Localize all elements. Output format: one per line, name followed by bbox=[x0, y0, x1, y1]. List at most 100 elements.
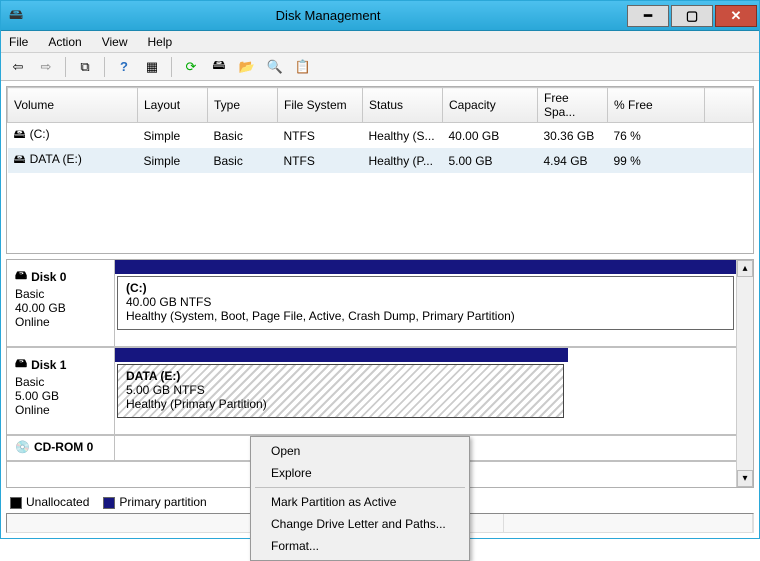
partition-status: Healthy (System, Boot, Page File, Active… bbox=[126, 309, 725, 323]
partition-box[interactable]: (C:) 40.00 GB NTFS Healthy (System, Boot… bbox=[117, 276, 734, 330]
forward-icon[interactable]: ⇨ bbox=[35, 56, 57, 78]
col-fs[interactable]: File System bbox=[278, 88, 363, 123]
volume-row[interactable]: 🖴 DATA (E:) Simple Basic NTFS Healthy (P.… bbox=[8, 148, 753, 173]
partition-name: DATA (E:) bbox=[126, 369, 555, 383]
disk-state: Online bbox=[15, 403, 106, 417]
disk-label: CD-ROM 0 bbox=[34, 440, 93, 454]
partition-area: (C:) 40.00 GB NTFS Healthy (System, Boot… bbox=[115, 260, 736, 346]
volume-pct: 76 % bbox=[608, 123, 705, 149]
window-title: Disk Management bbox=[29, 8, 627, 23]
disk-size: 5.00 GB bbox=[15, 389, 106, 403]
partition-size: 5.00 GB NTFS bbox=[126, 383, 555, 397]
col-pct[interactable]: % Free bbox=[608, 88, 705, 123]
ctx-change-letter[interactable]: Change Drive Letter and Paths... bbox=[253, 513, 467, 535]
volume-name: (C:) bbox=[30, 127, 50, 141]
col-empty[interactable] bbox=[705, 88, 753, 123]
col-free[interactable]: Free Spa... bbox=[538, 88, 608, 123]
close-button[interactable]: ✕ bbox=[715, 5, 757, 27]
settings-icon[interactable]: 📋 bbox=[292, 56, 314, 78]
disk-row-1: 🖴 Disk 1 Basic 5.00 GB Online DATA (E:) 5… bbox=[7, 348, 736, 436]
app-icon: 🖴 bbox=[9, 4, 23, 28]
sep bbox=[171, 57, 172, 77]
properties-icon[interactable]: ▦ bbox=[141, 56, 163, 78]
menu-file[interactable]: File bbox=[9, 35, 28, 49]
context-menu: Open Explore Mark Partition as Active Ch… bbox=[250, 436, 470, 561]
col-capacity[interactable]: Capacity bbox=[443, 88, 538, 123]
volume-type: Basic bbox=[208, 148, 278, 173]
toolbar: ⇦ ⇨ ⧉ ? ▦ ⟳ 🖴 📂 🔍 📋 bbox=[1, 53, 759, 81]
volume-pct: 99 % bbox=[608, 148, 705, 173]
menu-help[interactable]: Help bbox=[148, 35, 173, 49]
back-icon[interactable]: ⇦ bbox=[7, 56, 29, 78]
volume-layout: Simple bbox=[138, 123, 208, 149]
refresh-icon[interactable]: ⟳ bbox=[180, 56, 202, 78]
volume-layout: Simple bbox=[138, 148, 208, 173]
partition-colorbar bbox=[115, 260, 736, 274]
volume-free: 30.36 GB bbox=[538, 123, 608, 149]
volume-fs: NTFS bbox=[278, 148, 363, 173]
column-header-row: Volume Layout Type File System Status Ca… bbox=[8, 88, 753, 123]
menu-view[interactable]: View bbox=[102, 35, 128, 49]
maximize-button[interactable]: ▢ bbox=[671, 5, 713, 27]
help-icon[interactable]: ? bbox=[113, 56, 135, 78]
col-layout[interactable]: Layout bbox=[138, 88, 208, 123]
search-icon[interactable]: 🔍 bbox=[264, 56, 286, 78]
volume-type: Basic bbox=[208, 123, 278, 149]
titlebar: 🖴 Disk Management ━ ▢ ✕ bbox=[1, 1, 759, 31]
partition-box[interactable]: DATA (E:) 5.00 GB NTFS Healthy (Primary … bbox=[117, 364, 564, 418]
col-volume[interactable]: Volume bbox=[8, 88, 138, 123]
swatch-primary bbox=[103, 497, 115, 509]
volume-fs: NTFS bbox=[278, 123, 363, 149]
scroll-up-icon[interactable]: ▴ bbox=[737, 260, 753, 277]
col-status[interactable]: Status bbox=[363, 88, 443, 123]
disk-info[interactable]: 💿 CD-ROM 0 bbox=[7, 436, 115, 460]
sep bbox=[65, 57, 66, 77]
menu-action[interactable]: Action bbox=[48, 35, 81, 49]
partition-status: Healthy (Primary Partition) bbox=[126, 397, 555, 411]
ctx-mark-active[interactable]: Mark Partition as Active bbox=[253, 491, 467, 513]
partition-area: DATA (E:) 5.00 GB NTFS Healthy (Primary … bbox=[115, 348, 736, 434]
disk-label: Disk 1 bbox=[31, 358, 66, 372]
disk-info[interactable]: 🖴 Disk 1 Basic 5.00 GB Online bbox=[7, 348, 115, 434]
show-hide-tree-icon[interactable]: ⧉ bbox=[74, 56, 96, 78]
disk-row-0: 🖴 Disk 0 Basic 40.00 GB Online (C:) 40.00… bbox=[7, 260, 736, 348]
scroll-down-icon[interactable]: ▾ bbox=[737, 470, 753, 487]
rescan-icon[interactable]: 🖴 bbox=[208, 56, 230, 78]
ctx-format[interactable]: Format... bbox=[253, 535, 467, 557]
caption-buttons: ━ ▢ ✕ bbox=[627, 5, 759, 27]
volume-status: Healthy (S... bbox=[363, 123, 443, 149]
scrollbar[interactable]: ▴ ▾ bbox=[736, 260, 753, 487]
disk-state: Online bbox=[15, 315, 106, 329]
cdrom-icon: 💿 bbox=[15, 440, 30, 454]
sep bbox=[104, 57, 105, 77]
disk-info[interactable]: 🖴 Disk 0 Basic 40.00 GB Online bbox=[7, 260, 115, 346]
menubar: File Action View Help bbox=[1, 31, 759, 53]
volume-capacity: 5.00 GB bbox=[443, 148, 538, 173]
col-type[interactable]: Type bbox=[208, 88, 278, 123]
disk-icon: 🖴 bbox=[15, 266, 27, 287]
volume-list[interactable]: Volume Layout Type File System Status Ca… bbox=[6, 86, 754, 254]
partition-colorbar bbox=[115, 348, 568, 362]
volume-row[interactable]: 🖴 (C:) Simple Basic NTFS Healthy (S... 40… bbox=[8, 123, 753, 149]
folder-icon[interactable]: 📂 bbox=[236, 56, 258, 78]
disk-label: Disk 0 bbox=[31, 270, 66, 284]
partition-size: 40.00 GB NTFS bbox=[126, 295, 725, 309]
ctx-explore[interactable]: Explore bbox=[253, 462, 467, 484]
ctx-separator bbox=[255, 487, 465, 488]
swatch-unallocated bbox=[10, 497, 22, 509]
volume-icon: 🖴 bbox=[14, 152, 26, 166]
disk-size: 40.00 GB bbox=[15, 301, 106, 315]
disk-kind: Basic bbox=[15, 287, 106, 301]
volume-capacity: 40.00 GB bbox=[443, 123, 538, 149]
volume-status: Healthy (P... bbox=[363, 148, 443, 173]
legend-unallocated: Unallocated bbox=[10, 495, 89, 509]
volume-name: DATA (E:) bbox=[30, 152, 82, 166]
disk-icon: 🖴 bbox=[15, 354, 27, 375]
minimize-button[interactable]: ━ bbox=[627, 5, 669, 27]
volume-icon: 🖴 bbox=[14, 127, 26, 141]
volume-free: 4.94 GB bbox=[538, 148, 608, 173]
disk-kind: Basic bbox=[15, 375, 106, 389]
ctx-open[interactable]: Open bbox=[253, 440, 467, 462]
legend-primary: Primary partition bbox=[103, 495, 206, 509]
partition-name: (C:) bbox=[126, 281, 725, 295]
